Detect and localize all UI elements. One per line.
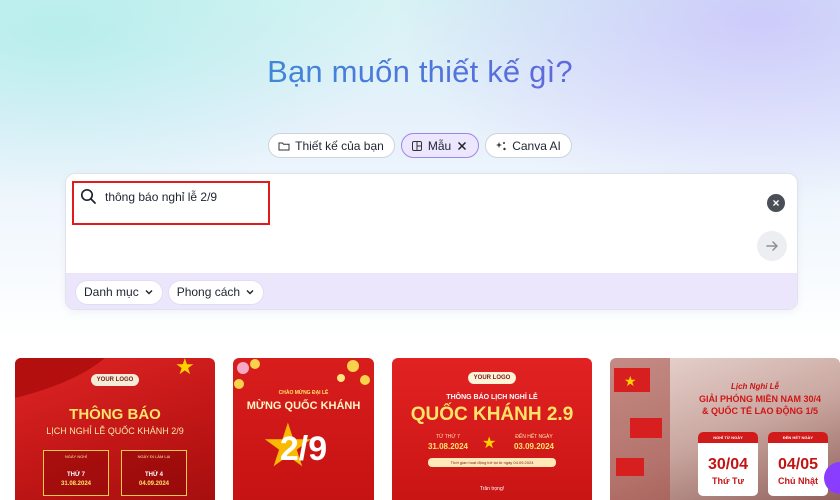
calendar-day: Thứ Tư (711, 476, 745, 486)
template-day: THỨ 4 (145, 472, 163, 478)
clear-icon: × (772, 196, 780, 210)
filter-style-label: Phong cách (176, 285, 241, 299)
calendar-day: Chủ Nhật (778, 476, 818, 486)
template-big-number: 2/9 (279, 430, 328, 468)
search-input[interactable] (105, 189, 405, 204)
template-logo: YOUR LOGO (468, 372, 516, 384)
calendar-card: NGHỈ TỪ NGÀY 30/04 Thứ Tư (698, 432, 758, 496)
template-card[interactable]: ★ Lịch Nghỉ Lễ GIẢI PHÓNG MIỀN NAM 30/4 … (610, 358, 840, 500)
template-label: NGÀY NGHỈ (64, 454, 88, 459)
street-flags-graphic: ★ (610, 358, 670, 500)
search-mode-tabs: Thiết kế của bạn Mẫu Canva AI (0, 133, 840, 158)
star-icon: ★ (175, 358, 195, 379)
template-footer: Trân trọng! (479, 486, 505, 492)
template-card[interactable]: YOUR LOGO THÔNG BÁO LỊCH NGHỈ LỄ QUỐC KH… (392, 358, 592, 500)
page-headline: Bạn muốn thiết kế gì? (0, 54, 840, 90)
chevron-down-icon (145, 290, 153, 295)
sparkle-icon (496, 141, 506, 150)
template-label: NGÀY ĐI LÀM LẠI (137, 454, 171, 459)
filter-category-dropdown[interactable]: Danh mục (76, 280, 162, 304)
template-title: QUỐC KHÁNH 2.9 (410, 404, 574, 425)
close-icon[interactable] (456, 140, 468, 152)
template-note: Thời gian hoạt động trở lại từ ngày 04.0… (428, 458, 556, 467)
calendar-card: ĐẾN HẾT NGÀY 04/05 Chủ Nhật (768, 432, 828, 496)
svg-text:★: ★ (624, 373, 637, 389)
search-bar (80, 188, 405, 205)
calendar-date: 04/05 (777, 456, 819, 473)
tab-your-designs[interactable]: Thiết kế của bạn (268, 133, 395, 158)
template-heading: Lịch Nghỉ Lễ (731, 382, 779, 391)
template-label: ĐẾN HẾT NGÀY (515, 434, 553, 440)
filter-category-label: Danh mục (84, 285, 139, 299)
template-subtitle: LỊCH NGHỈ LỄ QUỐC KHÁNH 2/9 (46, 426, 184, 436)
calendar-date: 30/04 (707, 456, 749, 473)
template-card[interactable]: ★ YOUR LOGO THÔNG BÁO LỊCH NGHỈ LỄ QUỐC … (15, 358, 215, 500)
template-small-text: CHÀO MỪNG ĐẠI LỄ (278, 390, 329, 396)
filter-style-dropdown[interactable]: Phong cách (168, 280, 264, 304)
tab-your-designs-label: Thiết kế của bạn (295, 138, 384, 153)
template-title: GIẢI PHÓNG MIỀN NAM 30/4 (698, 394, 822, 404)
template-label: TỪ THỨ 7 (436, 434, 460, 440)
template-title: MỪNG QUỐC KHÁNH (246, 400, 361, 412)
template-date: 31.08.2024 (60, 481, 92, 487)
template-heading: THÔNG BÁO LỊCH NGHỈ LỄ (446, 394, 538, 401)
template-logo: YOUR LOGO (91, 374, 139, 386)
calendar-label: ĐẾN HẾT NGÀY (768, 432, 828, 443)
template-date: 03.09.2024 (513, 442, 555, 451)
search-panel: × Danh mục Phong cách (65, 173, 798, 310)
filter-bar: Danh mục Phong cách (66, 273, 797, 309)
arrow-right-icon (766, 241, 778, 251)
template-icon (411, 140, 422, 151)
tab-canva-ai[interactable]: Canva AI (485, 133, 572, 158)
calendar-label: NGHỈ TỪ NGÀY (698, 432, 758, 443)
search-icon (80, 188, 96, 204)
clear-search-button[interactable]: × (767, 194, 785, 212)
template-day: THỨ 7 (67, 472, 85, 478)
template-card[interactable]: CHÀO MỪNG ĐẠI LỄ MỪNG QUỐC KHÁNH ★ 2/9 (233, 358, 374, 500)
template-date: 04.09.2024 (138, 481, 170, 487)
template-title: & QUỐC TẾ LAO ĐỘNG 1/5 (701, 406, 818, 416)
template-title: THÔNG BÁO (69, 406, 161, 423)
tab-canva-ai-label: Canva AI (512, 138, 561, 153)
folder-icon (278, 142, 290, 150)
star-icon: ★ (482, 435, 497, 452)
chevron-down-icon (246, 290, 254, 295)
submit-search-button[interactable] (757, 231, 787, 261)
tab-templates-label: Mẫu (427, 138, 452, 153)
tab-templates[interactable]: Mẫu (400, 133, 480, 158)
template-date: 31.08.2024 (427, 442, 469, 451)
